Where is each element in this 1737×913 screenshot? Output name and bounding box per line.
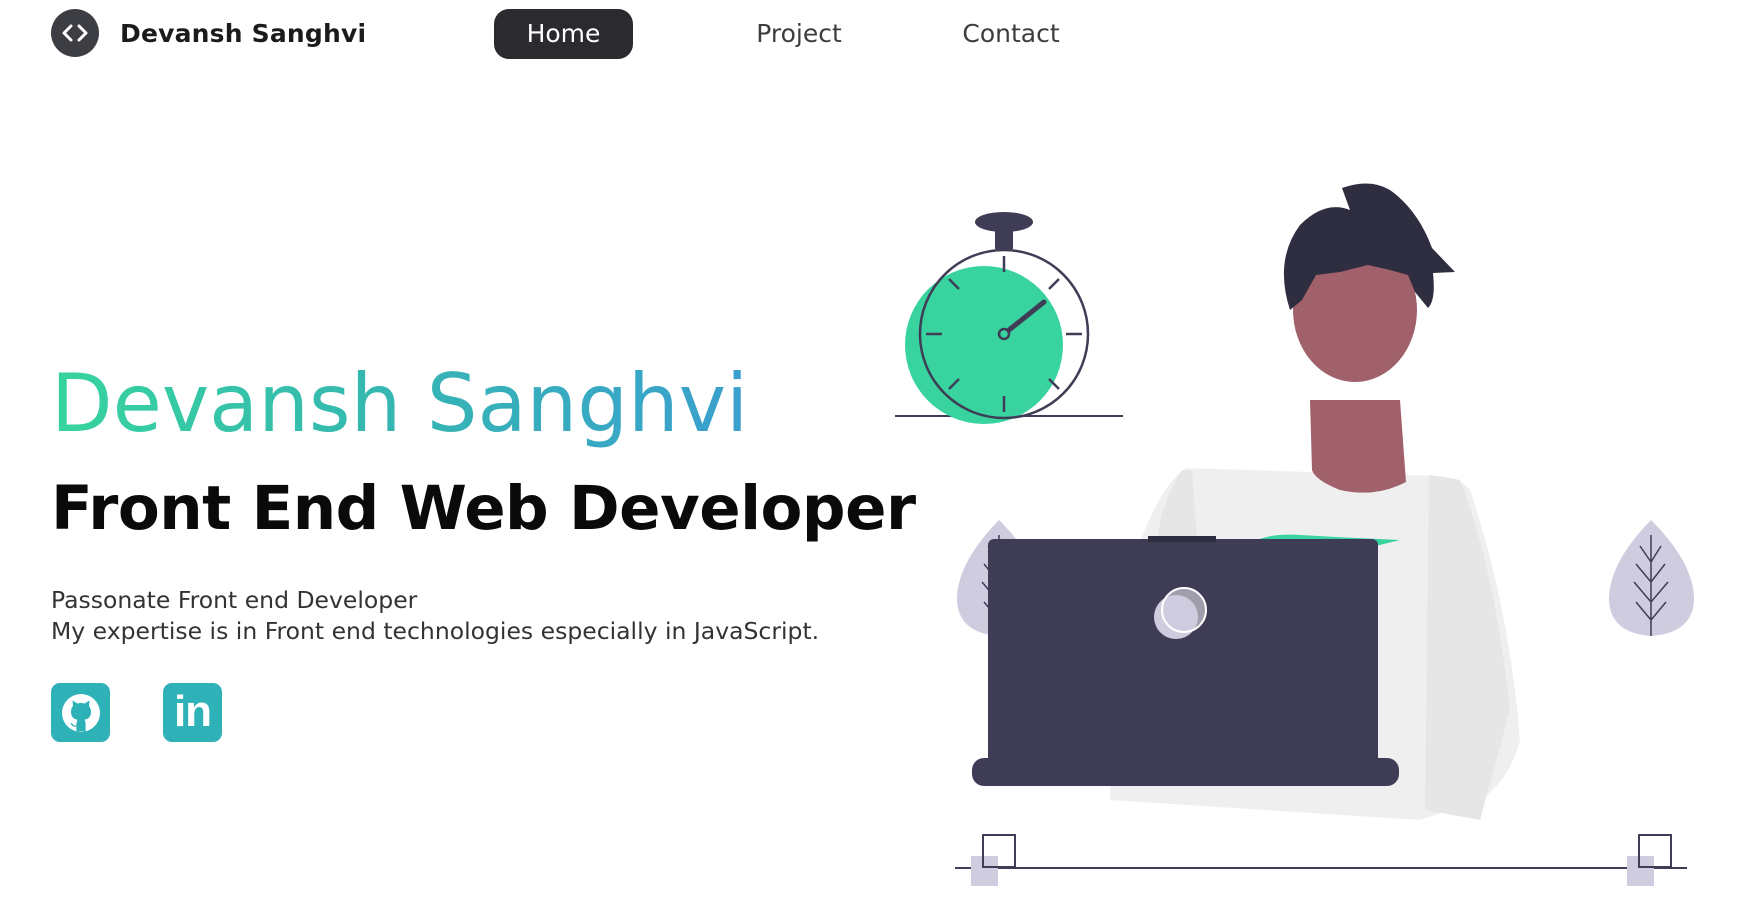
hero-description-line: Passonate Front end Developer (51, 586, 418, 614)
linkedin-icon: in (173, 686, 212, 736)
github-link[interactable] (51, 683, 110, 742)
nav-home[interactable]: Home (494, 9, 633, 59)
stopwatch-icon (895, 212, 1123, 424)
code-brackets-icon (51, 9, 99, 57)
linkedin-link[interactable]: in (163, 683, 222, 742)
page: Devansh Sanghvi Home Project Contact Dev… (0, 0, 1737, 913)
hero-role: Front End Web Developer (51, 473, 916, 544)
brand-name: Devansh Sanghvi (120, 18, 367, 48)
nav-contact[interactable]: Contact (950, 9, 1072, 59)
hero-description-line: My expertise is in Front end technologie… (51, 617, 820, 645)
hero-name: Devansh Sanghvi (51, 354, 748, 454)
hero-description: Passonate Front end Developer My experti… (51, 585, 819, 647)
nav-project[interactable]: Project (740, 9, 858, 59)
github-icon (61, 693, 100, 732)
hero-illustration (870, 180, 1737, 913)
brand-link[interactable]: Devansh Sanghvi (51, 9, 366, 57)
laptop-icon (972, 536, 1399, 786)
leaf-right-icon (1608, 520, 1695, 636)
